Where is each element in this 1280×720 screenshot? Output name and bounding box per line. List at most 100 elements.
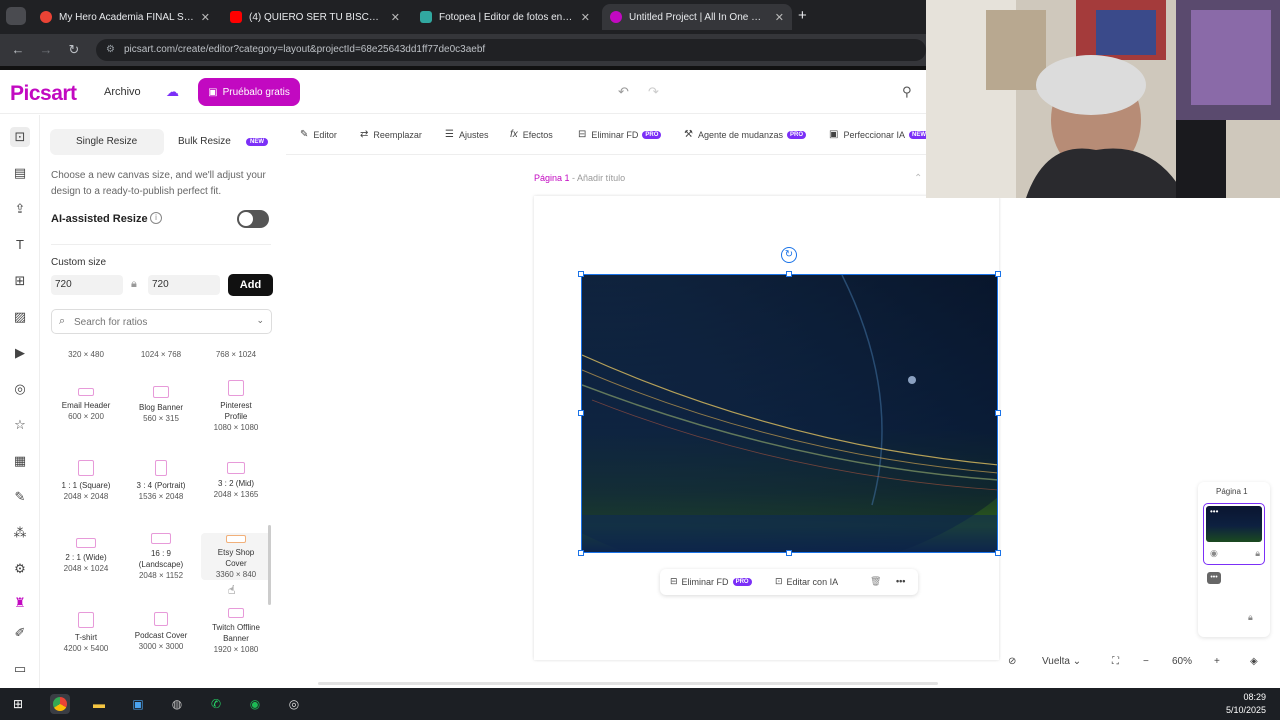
eye-icon[interactable]: ◉	[1210, 548, 1218, 559]
menu-archivo[interactable]: Archivo	[104, 86, 141, 98]
stickers-icon[interactable]: ◎	[10, 379, 30, 399]
browser-tab-active[interactable]: Untitled Project | All In One Web ✕	[602, 4, 792, 30]
preset-portrait[interactable]: 3 : 4 (Portrait) 1536 × 2048	[126, 460, 196, 502]
tab-close-icon[interactable]: ✕	[201, 11, 210, 24]
resize-handle[interactable]	[995, 271, 1001, 277]
resize-handle[interactable]	[786, 271, 792, 277]
folder-icon[interactable]: ▭	[10, 659, 30, 679]
resize-handle[interactable]	[578, 271, 584, 277]
apps-icon[interactable]: ⁂	[10, 523, 30, 543]
new-tab-button[interactable]: +	[798, 7, 807, 24]
file-explorer-icon[interactable]: ▬	[89, 694, 109, 714]
video-icon[interactable]: ▶	[10, 343, 30, 363]
page-menu-icon[interactable]: •••	[1207, 572, 1221, 584]
back-arrow-icon[interactable]: ←	[10, 42, 26, 57]
trash-icon[interactable]: 🗑︎	[870, 576, 881, 587]
templates-icon[interactable]: ▤	[10, 163, 30, 183]
zoom-level[interactable]: 60%	[1172, 656, 1192, 667]
panel-scrollbar[interactable]	[268, 525, 271, 605]
preset-email-header[interactable]: Email Header 600 × 200	[51, 388, 121, 422]
resize-icon[interactable]: ⊡	[10, 127, 30, 147]
reload-icon[interactable]: ↻	[66, 42, 82, 58]
resize-handle[interactable]	[995, 410, 1001, 416]
cloud-sync-icon[interactable]: ☁	[166, 84, 179, 100]
windows-start-icon[interactable]: ⊞	[8, 694, 28, 714]
lock-icon[interactable]: 🔒︎	[131, 278, 137, 291]
text-icon[interactable]: T	[10, 235, 30, 255]
lock-icon[interactable]: 🔒︎	[1248, 612, 1253, 623]
info-icon[interactable]: i	[150, 212, 162, 224]
chrome-icon[interactable]	[50, 694, 70, 714]
redo-icon[interactable]: ↷	[648, 84, 659, 100]
tool-reemplazar[interactable]: ⇄ Reemplazar	[360, 129, 422, 140]
tool-editor[interactable]: ✎ Editor	[300, 129, 337, 140]
preset-pinterest-profile[interactable]: Pinterest Profile 1080 × 1080	[201, 380, 271, 433]
preset-square[interactable]: 1 : 1 (Square) 2048 × 2048	[51, 460, 121, 502]
page-thumbnail[interactable]: ••• ◉ 🔒︎	[1203, 503, 1265, 565]
upload-icon[interactable]: ⇪	[10, 199, 30, 219]
hide-icon[interactable]: ⊘	[1008, 656, 1016, 667]
zoom-out-icon[interactable]: −	[1143, 656, 1149, 667]
browser-tab[interactable]: My Hero Academia FINAL SEAS ✕	[32, 4, 218, 30]
draw-icon[interactable]: ✎	[10, 487, 30, 507]
canvas-image[interactable]	[581, 274, 998, 553]
ratio-search[interactable]: ⌕ ⌄	[51, 309, 272, 334]
ai-resize-toggle[interactable]	[237, 210, 269, 228]
picsart-logo[interactable]: Picsart	[10, 82, 77, 106]
browser-menu-icon[interactable]	[6, 7, 26, 25]
ctx-editar-ia[interactable]: ⊡ Editar con IA	[775, 576, 838, 587]
system-clock[interactable]: 08:29 5/10/2025	[1226, 691, 1266, 717]
width-input[interactable]	[51, 275, 123, 295]
lock-icon[interactable]: 🔒︎	[1255, 548, 1260, 559]
url-field[interactable]: ⚙ picsart.com/create/editor?category=lay…	[96, 39, 926, 61]
tool-agente[interactable]: ⚒ Agente de mudanzas PRO	[684, 129, 807, 140]
preset-landscape[interactable]: 16 : 9 (Landscape) 2048 × 1152	[126, 533, 196, 581]
horizontal-scrollbar[interactable]	[318, 682, 938, 685]
preset-blog-banner[interactable]: Blog Banner 560 × 315	[126, 386, 196, 424]
preset-etsy-shop-cover[interactable]: Etsy Shop Cover 3360 × 840	[201, 533, 271, 580]
add-size-button[interactable]: Add	[228, 274, 273, 296]
elements-icon[interactable]: ⊞	[10, 271, 30, 291]
obs-icon[interactable]: ◎	[284, 694, 304, 714]
layers-icon[interactable]: ◈	[1250, 656, 1258, 667]
resize-handle[interactable]	[578, 550, 584, 556]
undo-icon[interactable]: ↶	[618, 84, 629, 100]
forward-arrow-icon[interactable]: →	[38, 42, 54, 57]
page-menu-icon[interactable]: •••	[1210, 507, 1218, 516]
tool-ajustes[interactable]: ☰ Ajustes	[445, 129, 488, 140]
height-input[interactable]	[148, 275, 220, 295]
preset-t-shirt[interactable]: T-shirt 4200 × 5400	[51, 612, 121, 654]
tab-close-icon[interactable]: ✕	[775, 11, 784, 24]
tab-bulk-resize[interactable]: Bulk Resize	[178, 136, 231, 150]
ctx-eliminar-fd[interactable]: ⊟ Eliminar FD PRO	[670, 576, 752, 587]
add-user-icon[interactable]: ⚲	[902, 84, 912, 100]
preset-podcast-cover[interactable]: Podcast Cover 3000 × 3000	[126, 612, 196, 652]
photos-icon[interactable]: ▨	[10, 307, 30, 327]
preset-mid[interactable]: 3 : 2 (Mid) 2048 × 1365	[201, 462, 271, 500]
browser-tab[interactable]: (4) QUIERO SER TU BISCOCHITO ✕	[222, 4, 408, 30]
tool-eliminar-fd[interactable]: ⊟ Eliminar FD PRO	[578, 129, 662, 140]
browser-tab[interactable]: Fotopea | Editor de fotos en línea ✕	[412, 4, 598, 30]
resize-handle[interactable]	[786, 550, 792, 556]
tab-close-icon[interactable]: ✕	[391, 11, 400, 24]
page-thumbnail-blank[interactable]: ••• 🔒︎	[1203, 570, 1265, 630]
brand-kit-icon[interactable]: ⚙	[10, 559, 30, 579]
tool-efectos[interactable]: fx Efectos	[510, 129, 553, 140]
spotify-icon[interactable]: ◉	[245, 694, 265, 714]
preset-twitch-offline-banner[interactable]: Twitch Offline Banner 1920 × 1080	[201, 608, 271, 655]
try-free-button[interactable]: ▣ Pruébalo gratis	[198, 78, 300, 106]
more-options-icon[interactable]: •••	[896, 576, 905, 586]
resize-handle[interactable]	[578, 410, 584, 416]
tab-close-icon[interactable]: ✕	[581, 11, 590, 24]
collapse-chevron-icon[interactable]: ⌃	[914, 173, 922, 184]
page-label[interactable]: Página 1 - Añadir título	[534, 173, 625, 183]
store-icon[interactable]: ▣	[128, 694, 148, 714]
whatsapp-icon[interactable]: ✆	[206, 694, 226, 714]
background-icon[interactable]: ▦	[10, 451, 30, 471]
ratio-search-input[interactable]	[74, 314, 244, 330]
app-icon[interactable]: ◍	[167, 694, 187, 714]
site-info-icon[interactable]: ⚙	[106, 39, 115, 61]
edit-icon[interactable]: ✐	[10, 623, 30, 643]
more-tools-icon[interactable]: ♜	[10, 593, 30, 613]
add-title[interactable]: Añadir título	[577, 173, 625, 183]
